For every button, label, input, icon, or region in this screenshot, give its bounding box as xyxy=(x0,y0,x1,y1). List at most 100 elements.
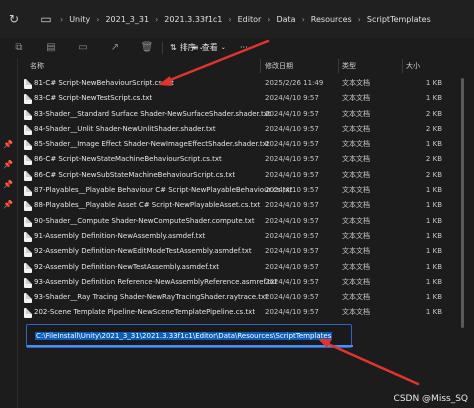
refresh-icon[interactable]: ↻ xyxy=(6,11,22,27)
breadcrumb-item[interactable]: Data xyxy=(270,15,301,24)
file-date: 2024/4/10 9:57 xyxy=(265,293,319,302)
file-name: 92-Assembly Definition-NewTestAssembly.a… xyxy=(34,262,220,271)
file-type: 文本文档 xyxy=(342,94,370,103)
more-button[interactable]: ··· xyxy=(240,41,248,55)
file-size: 1 KB xyxy=(425,231,442,240)
text-file-icon xyxy=(24,231,32,242)
text-file-icon xyxy=(24,293,32,304)
file-type: 文本文档 xyxy=(342,216,370,225)
column-type[interactable]: 类型 xyxy=(342,61,356,71)
file-row[interactable]: 86-C# Script-NewSubStateMachineBehaviour… xyxy=(18,168,448,183)
file-type: 文本文档 xyxy=(342,277,370,286)
file-size: 1 KB xyxy=(425,201,442,210)
file-name: 93-Assembly Definition Reference-NewAsse… xyxy=(34,277,278,286)
file-name: 92-Assembly Definition-NewEditModeTestAs… xyxy=(34,247,252,256)
column-resize-handle[interactable] xyxy=(260,59,261,73)
file-row[interactable]: 93-Assembly Definition Reference-NewAsse… xyxy=(18,275,448,290)
file-row[interactable]: 93-Shader__Ray Tracing Shader-NewRayTrac… xyxy=(18,290,448,305)
file-type: 文本文档 xyxy=(342,170,370,179)
file-type: 文本文档 xyxy=(342,247,370,256)
file-name: 86-C# Script-NewStateMachineBehaviourScr… xyxy=(34,155,222,164)
paste-icon[interactable]: ▤ xyxy=(44,41,58,55)
file-type: 文本文档 xyxy=(342,201,370,210)
file-name: 83-C# Script-NewTestScript.cs.txt xyxy=(34,94,153,103)
view-button[interactable]: ≡ 查看 ⌄ xyxy=(192,41,226,55)
file-date: 2024/4/10 9:57 xyxy=(265,308,319,317)
file-list: 81-C# Script-NewBehaviourScript.cs.txt 20… xyxy=(18,76,448,321)
file-row[interactable]: 86-C# Script-NewStateMachineBehaviourScr… xyxy=(18,152,448,167)
breadcrumb-item[interactable]: 2021_3_31 xyxy=(99,15,155,24)
scrollbar[interactable] xyxy=(460,66,465,408)
column-resize-handle[interactable] xyxy=(402,59,403,73)
column-date[interactable]: 修改日期 xyxy=(265,61,293,71)
column-resize-handle[interactable] xyxy=(338,59,339,73)
breadcrumb-item[interactable]: Resources xyxy=(305,15,358,24)
file-date: 2024/4/10 9:57 xyxy=(265,247,319,256)
file-date: 2024/4/10 9:57 xyxy=(265,109,319,118)
file-date: 2024/4/10 9:57 xyxy=(265,170,319,179)
file-row[interactable]: 83-C# Script-NewTestScript.cs.txt 2024/4/… xyxy=(18,91,448,106)
breadcrumb[interactable]: › Unity › 2021_3_31 › 2021.3.33f1c1 › Ed… xyxy=(60,5,474,33)
file-type: 文本文档 xyxy=(342,109,370,118)
breadcrumb-item[interactable]: Unity xyxy=(63,15,96,24)
file-name: 88-Playables__Playable Asset C# Script-N… xyxy=(34,201,261,210)
pin-icon[interactable]: 📌 xyxy=(3,140,13,150)
file-row[interactable]: 81-C# Script-NewBehaviourScript.cs.txt 20… xyxy=(18,76,448,91)
share-icon[interactable]: ↗ xyxy=(108,41,122,55)
view-icon: ≡ xyxy=(192,43,199,52)
copy-icon[interactable]: ⧉ xyxy=(12,41,26,55)
column-name[interactable]: 名称 xyxy=(30,61,44,71)
column-header: 名称 修改日期 类型 大小 xyxy=(18,59,448,73)
breadcrumb-item[interactable]: 2021.3.33f1c1 xyxy=(158,15,228,24)
file-type: 文本文档 xyxy=(342,231,370,240)
breadcrumb-item[interactable]: ScriptTemplates xyxy=(361,15,437,24)
pin-icon[interactable]: 📌 xyxy=(3,180,13,190)
file-type: 文本文档 xyxy=(342,155,370,164)
text-file-icon xyxy=(24,140,32,151)
file-row[interactable]: 88-Playables__Playable Asset C# Script-N… xyxy=(18,198,448,213)
text-file-icon xyxy=(24,247,32,258)
file-size: 1 KB xyxy=(425,79,442,87)
file-row[interactable]: 92-Assembly Definition-NewEditModeTestAs… xyxy=(18,244,448,259)
file-date: 2024/4/10 9:57 xyxy=(265,231,319,240)
text-file-icon xyxy=(24,201,32,212)
file-size: 1 KB xyxy=(425,140,442,149)
text-file-icon xyxy=(24,109,32,120)
file-row[interactable]: 83-Shader__Standard Surface Shader-NewSu… xyxy=(18,107,448,122)
scrollbar-thumb[interactable] xyxy=(461,78,464,328)
column-size[interactable]: 大小 xyxy=(406,61,420,71)
file-name: 93-Shader__Ray Tracing Shader-NewRayTrac… xyxy=(34,293,268,302)
file-row[interactable]: 91-Assembly Definition-NewAssembly.asmde… xyxy=(18,229,448,244)
pin-icon[interactable]: 📌 xyxy=(3,200,13,210)
file-row[interactable]: 85-Shader__Image Effect Shader-NewImageE… xyxy=(18,137,448,152)
chevron-down-icon: ⌄ xyxy=(220,44,226,51)
file-row[interactable]: 84-Shader__Unlit Shader-NewUnlitShader.s… xyxy=(18,122,448,137)
breadcrumb-item[interactable]: Editor xyxy=(232,15,268,24)
pin-icon[interactable]: 📌 xyxy=(3,160,13,170)
file-name: 90-Shader__Compute Shader-NewComputeShad… xyxy=(34,216,255,225)
file-row[interactable]: 90-Shader__Compute Shader-NewComputeShad… xyxy=(18,214,448,229)
rename-icon[interactable]: ▭ xyxy=(76,41,90,55)
view-label: 查看 xyxy=(201,43,218,52)
file-name: 86-C# Script-NewSubStateMachineBehaviour… xyxy=(34,170,236,179)
watermark: CSDN @Miss_SQ xyxy=(393,394,468,404)
this-pc-icon[interactable]: ▭ xyxy=(38,11,54,27)
file-row[interactable]: 92-Assembly Definition-NewTestAssembly.a… xyxy=(18,260,448,275)
address-path-input[interactable]: C:\FileInstall\Unity\2021_3_31\2021.3.33… xyxy=(26,324,353,348)
file-row[interactable]: 202-Scene Template Pipeline-NewSceneTemp… xyxy=(18,305,448,320)
file-name: 202-Scene Template Pipeline-NewSceneTemp… xyxy=(34,308,256,317)
text-file-icon xyxy=(24,155,32,166)
file-size: 1 KB xyxy=(425,186,442,195)
file-type: 文本文档 xyxy=(342,293,370,302)
file-type: 文本文档 xyxy=(342,124,370,133)
text-file-icon xyxy=(24,94,32,105)
text-file-icon xyxy=(24,79,32,89)
file-size: 2 KB xyxy=(425,109,442,118)
file-type: 文本文档 xyxy=(342,262,370,271)
file-date: 2025/2/26 11:49 xyxy=(265,79,324,87)
file-date: 2024/4/10 9:57 xyxy=(265,277,319,286)
text-file-icon xyxy=(24,308,32,319)
file-row[interactable]: 87-Playables__Playable Behaviour C# Scri… xyxy=(18,183,448,198)
command-bar: ⧉ ▤ ▭ ↗ 🗑 ⇅ 排序 ⌄ ≡ 查看 ⌄ ··· xyxy=(0,38,474,58)
delete-icon[interactable]: 🗑 xyxy=(140,41,154,55)
